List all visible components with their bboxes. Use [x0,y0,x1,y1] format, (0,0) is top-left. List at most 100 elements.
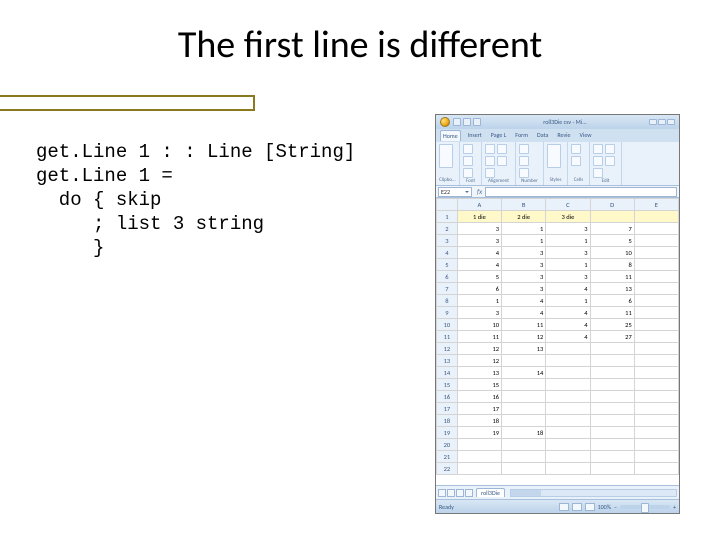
cell[interactable]: 3 [546,223,590,235]
cell[interactable] [590,451,634,463]
tab-nav-prev-icon[interactable] [447,489,455,497]
cell[interactable]: 1 [502,235,546,247]
cell[interactable]: 1 [502,223,546,235]
row-header[interactable]: 21 [437,451,458,463]
cell[interactable]: 4 [546,331,590,343]
cell[interactable] [590,343,634,355]
cell[interactable] [634,403,678,415]
cell[interactable] [502,379,546,391]
cell[interactable] [457,451,501,463]
align-button[interactable] [497,156,507,166]
col-header[interactable]: B [502,199,546,211]
cell[interactable] [546,463,590,475]
cell[interactable] [590,367,634,379]
cell[interactable] [634,463,678,475]
cell[interactable] [546,367,590,379]
cell[interactable]: 18 [502,427,546,439]
zoom-slider[interactable] [620,505,670,509]
cell[interactable] [590,463,634,475]
cell[interactable] [634,451,678,463]
sort-icon[interactable] [605,156,615,166]
cell[interactable] [634,247,678,259]
cell[interactable] [634,235,678,247]
sheet-tab[interactable]: roll3Die [476,488,505,497]
cell[interactable] [502,463,546,475]
cell[interactable] [590,415,634,427]
font-button[interactable] [463,156,473,166]
qat-save-icon[interactable] [453,118,461,126]
row-header[interactable]: 11 [437,331,458,343]
cell[interactable]: 4 [502,295,546,307]
cell[interactable] [546,415,590,427]
cell[interactable]: 3 die [546,211,590,223]
col-header[interactable]: A [457,199,501,211]
cell[interactable]: 2 die [502,211,546,223]
cell[interactable] [634,259,678,271]
cell[interactable]: 3 [502,259,546,271]
cell[interactable]: 12 [457,355,501,367]
cell[interactable]: 18 [457,415,501,427]
cell[interactable]: 3 [457,307,501,319]
cell[interactable] [634,343,678,355]
cell[interactable]: 19 [457,427,501,439]
col-header[interactable]: D [590,199,634,211]
cell[interactable] [502,391,546,403]
cell[interactable]: 4 [457,247,501,259]
cell[interactable] [590,211,634,223]
row-header[interactable]: 15 [437,379,458,391]
cell[interactable]: 3 [546,271,590,283]
cell[interactable] [590,391,634,403]
cell[interactable] [634,331,678,343]
cell[interactable] [634,391,678,403]
cell[interactable]: 8 [590,259,634,271]
cell[interactable]: 13 [502,343,546,355]
cell[interactable]: 13 [457,367,501,379]
cell[interactable]: 1 [457,295,501,307]
row-header[interactable]: 7 [437,283,458,295]
close-button[interactable] [667,119,675,125]
cell[interactable] [502,403,546,415]
cells-button[interactable] [571,144,581,154]
number-button[interactable] [519,168,529,178]
row-header[interactable]: 20 [437,439,458,451]
row-header[interactable]: 6 [437,271,458,283]
cell[interactable]: 3 [546,247,590,259]
cell[interactable]: 15 [457,379,501,391]
ribbon-tab-data[interactable]: Data [535,130,550,141]
cell[interactable]: 1 [546,259,590,271]
cell[interactable] [634,319,678,331]
view-page-layout-icon[interactable] [572,503,582,511]
cells-button[interactable] [571,156,581,166]
row-header[interactable]: 5 [437,259,458,271]
row-header[interactable]: 13 [437,355,458,367]
fx-icon[interactable]: fx [477,187,482,196]
cell[interactable]: 4 [546,307,590,319]
row-header[interactable]: 10 [437,319,458,331]
cell[interactable]: 16 [457,391,501,403]
clear-icon[interactable] [593,156,603,166]
row-header[interactable]: 12 [437,343,458,355]
cell[interactable] [546,439,590,451]
align-button[interactable] [485,156,495,166]
cell[interactable] [502,439,546,451]
select-all[interactable] [437,199,458,211]
row-header[interactable]: 3 [437,235,458,247]
cell[interactable]: 3 [502,247,546,259]
row-header[interactable]: 17 [437,403,458,415]
ribbon-tab-insert[interactable]: Insert [466,130,484,141]
cell[interactable] [546,403,590,415]
row-header[interactable]: 1 [437,211,458,223]
cell[interactable] [502,355,546,367]
cell[interactable] [502,415,546,427]
font-button[interactable] [463,168,473,178]
cell[interactable]: 3 [502,271,546,283]
cell[interactable] [634,427,678,439]
cell[interactable] [634,211,678,223]
cell[interactable]: 4 [502,307,546,319]
number-button[interactable] [519,144,529,154]
cell[interactable]: 14 [502,367,546,379]
paste-button[interactable] [439,144,453,168]
cell[interactable] [634,223,678,235]
row-header[interactable]: 2 [437,223,458,235]
align-button[interactable] [497,144,507,154]
